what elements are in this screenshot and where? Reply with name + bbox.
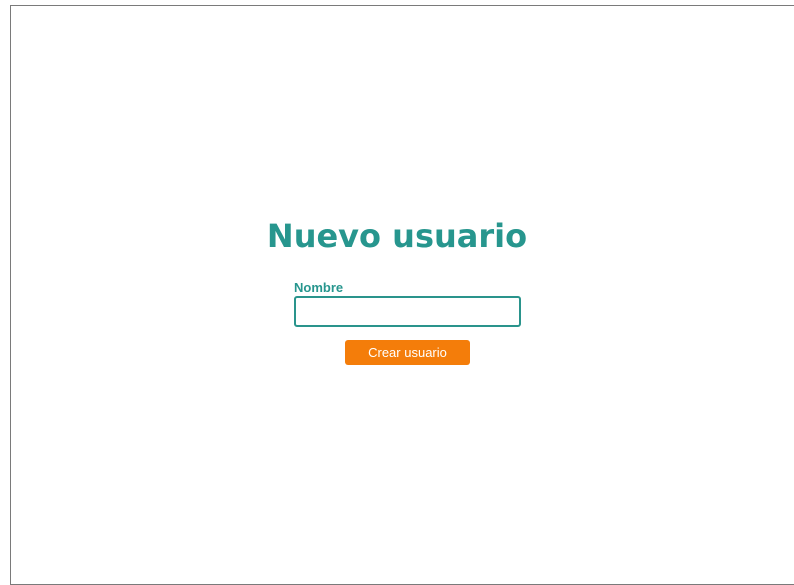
page-title: Nuevo usuario xyxy=(266,217,528,255)
name-label: Nombre xyxy=(294,280,344,295)
create-user-button[interactable]: Crear usuario xyxy=(345,340,470,365)
name-input[interactable] xyxy=(294,296,521,327)
window-frame xyxy=(10,5,794,585)
